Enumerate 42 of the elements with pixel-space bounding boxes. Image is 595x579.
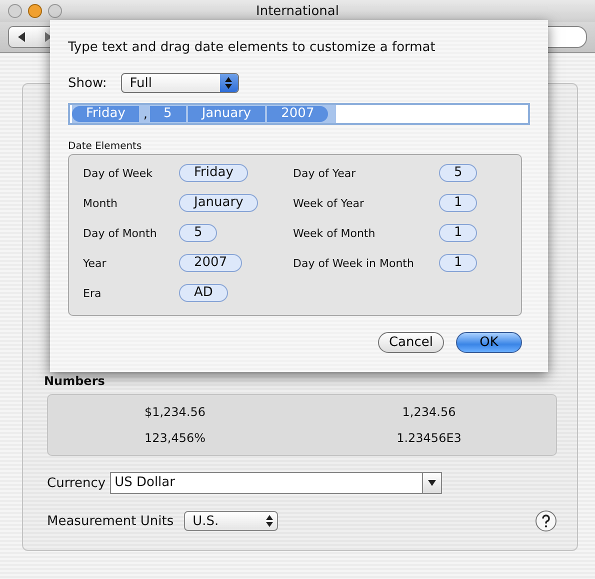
close-icon[interactable] <box>8 4 22 18</box>
ok-button[interactable]: OK <box>456 332 522 353</box>
date-element-token[interactable]: Friday <box>179 164 248 182</box>
date-element-token[interactable]: 5 <box>179 224 218 242</box>
element-label: Era <box>83 286 102 300</box>
number-sample: $1,234.56 <box>143 405 207 419</box>
date-element-token[interactable]: January <box>179 194 258 212</box>
number-sample: 1.23456E3 <box>396 431 462 445</box>
date-element-token[interactable]: 1 <box>439 224 478 242</box>
group-title: Date Elements <box>68 141 143 152</box>
format-literal: , <box>142 106 149 122</box>
element-label: Day of Week <box>83 166 154 180</box>
down-triangle-icon <box>428 480 436 486</box>
currency-combo-box[interactable]: US Dollar <box>110 472 442 494</box>
help-icon[interactable] <box>535 510 557 532</box>
date-element-token[interactable]: 1 <box>439 194 478 212</box>
window-title: International <box>256 4 339 18</box>
section-title: Numbers <box>44 374 106 388</box>
up-down-arrows-icon <box>225 77 232 89</box>
measurement-label: Measurement Units <box>47 514 174 528</box>
zoom-icon[interactable] <box>48 4 62 18</box>
element-label: Day of Week in Month <box>293 256 415 270</box>
currency-label: Currency <box>47 476 106 490</box>
element-label: Week of Month <box>293 226 376 240</box>
minimize-icon[interactable] <box>28 4 42 18</box>
date-element-token[interactable]: 1 <box>439 254 478 272</box>
number-sample: 123,456% <box>143 431 207 445</box>
date-element-token[interactable]: 5 <box>439 164 478 182</box>
element-label: Month <box>83 196 118 210</box>
show-popup[interactable]: Full <box>120 73 239 93</box>
element-label: Day of Month <box>83 226 158 240</box>
instruction-text: Type text and drag date elements to customize a format <box>68 40 436 55</box>
number-sample: 1,234.56 <box>401 405 457 419</box>
up-down-arrows-icon <box>266 515 273 527</box>
element-label: Year <box>83 256 108 270</box>
show-label: Show: <box>68 76 107 90</box>
cancel-button[interactable]: Cancel <box>378 332 444 353</box>
element-label: Day of Year <box>293 166 357 180</box>
date-element-token[interactable]: AD <box>179 284 228 302</box>
element-label: Week of Year <box>293 196 366 210</box>
units-popup[interactable]: U.S. <box>184 511 278 531</box>
date-element-token[interactable]: 2007 <box>179 254 242 272</box>
